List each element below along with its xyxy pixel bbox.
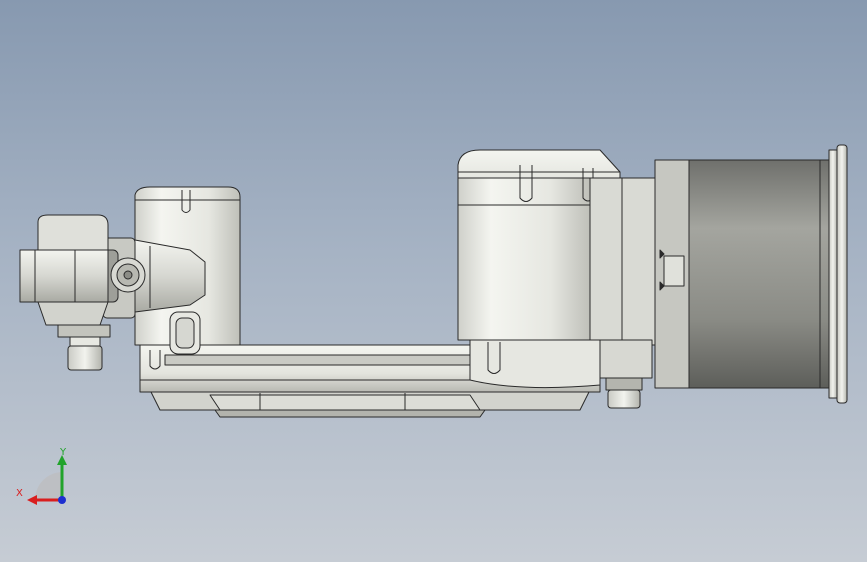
base-motor[interactable]: [654, 144, 848, 404]
z-axis-dot-icon: [58, 496, 66, 504]
x-arrow-head-icon: [27, 495, 37, 505]
shoulder-housing[interactable]: [457, 149, 656, 409]
axis-triad: Y X: [16, 447, 67, 505]
y-axis-label: Y: [59, 447, 67, 458]
cad-viewport[interactable]: Y X: [0, 0, 867, 562]
wrist-assembly[interactable]: [19, 214, 146, 371]
robot-arm-model[interactable]: Y X: [0, 0, 867, 562]
x-axis-label: X: [16, 488, 23, 499]
